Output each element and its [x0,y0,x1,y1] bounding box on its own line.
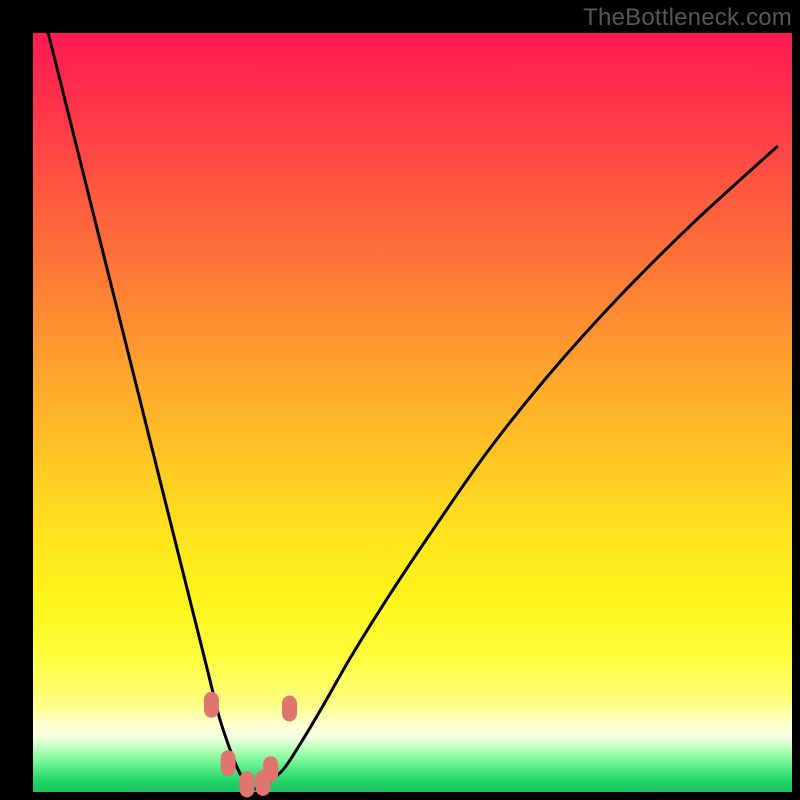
curve-markers [204,692,297,798]
curve-marker [221,750,236,776]
curve-marker [240,771,255,797]
curve-svg [33,33,792,792]
bottleneck-curve [48,33,777,789]
curve-marker [204,692,219,718]
plot-area [33,33,792,792]
chart-frame: TheBottleneck.com [0,0,800,800]
curve-marker [282,696,297,722]
curve-marker [263,756,278,782]
watermark-text: TheBottleneck.com [583,4,792,32]
